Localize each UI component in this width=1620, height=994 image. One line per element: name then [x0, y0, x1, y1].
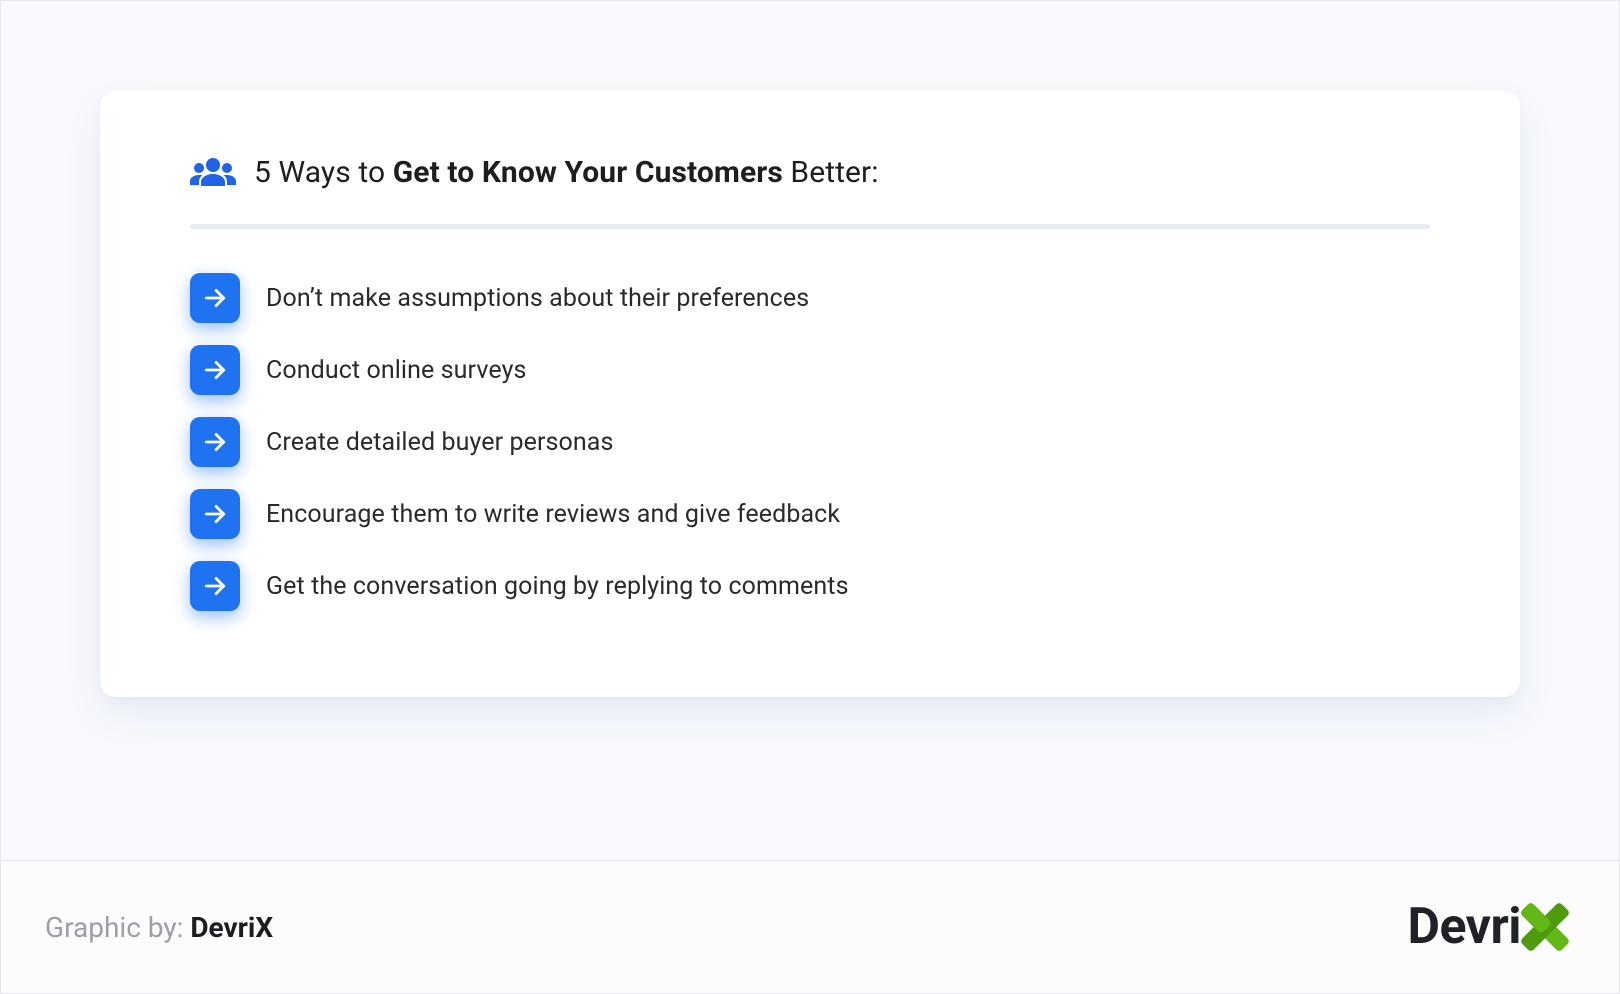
- credit-line: Graphic by: DevriX: [45, 911, 273, 944]
- arrow-icon: [190, 561, 240, 611]
- devrix-logo: Devri: [1407, 897, 1575, 957]
- list-item: Don’t make assumptions about their prefe…: [190, 273, 1430, 323]
- list-item: Get the conversation going by replying t…: [190, 561, 1430, 611]
- credit-prefix: Graphic by:: [45, 911, 190, 944]
- arrow-icon: [190, 489, 240, 539]
- item-text: Conduct online surveys: [266, 356, 527, 385]
- logo-text: Devri: [1407, 898, 1521, 956]
- arrow-icon: [190, 345, 240, 395]
- item-text: Get the conversation going by replying t…: [266, 572, 849, 601]
- tips-list: Don’t make assumptions about their prefe…: [190, 273, 1430, 611]
- title-bold: Get to Know Your Customers: [393, 155, 783, 190]
- card-title: 5 Ways to Get to Know Your Customers Bet…: [254, 155, 879, 190]
- item-text: Create detailed buyer personas: [266, 428, 614, 457]
- title-prefix: 5 Ways to: [254, 155, 393, 190]
- stage: 5 Ways to Get to Know Your Customers Bet…: [1, 1, 1619, 861]
- footer: Graphic by: DevriX Devri: [1, 861, 1619, 993]
- arrow-icon: [190, 417, 240, 467]
- title-suffix: Better:: [783, 155, 879, 190]
- item-text: Encourage them to write reviews and give…: [266, 500, 840, 529]
- people-icon: [190, 156, 236, 190]
- arrow-icon: [190, 273, 240, 323]
- content-card: 5 Ways to Get to Know Your Customers Bet…: [100, 91, 1520, 697]
- list-item: Create detailed buyer personas: [190, 417, 1430, 467]
- list-item: Encourage them to write reviews and give…: [190, 489, 1430, 539]
- divider: [190, 224, 1430, 229]
- credit-brand: DevriX: [190, 911, 273, 944]
- item-text: Don’t make assumptions about their prefe…: [266, 284, 809, 313]
- logo-x-icon: [1515, 897, 1575, 957]
- list-item: Conduct online surveys: [190, 345, 1430, 395]
- title-row: 5 Ways to Get to Know Your Customers Bet…: [190, 155, 1430, 190]
